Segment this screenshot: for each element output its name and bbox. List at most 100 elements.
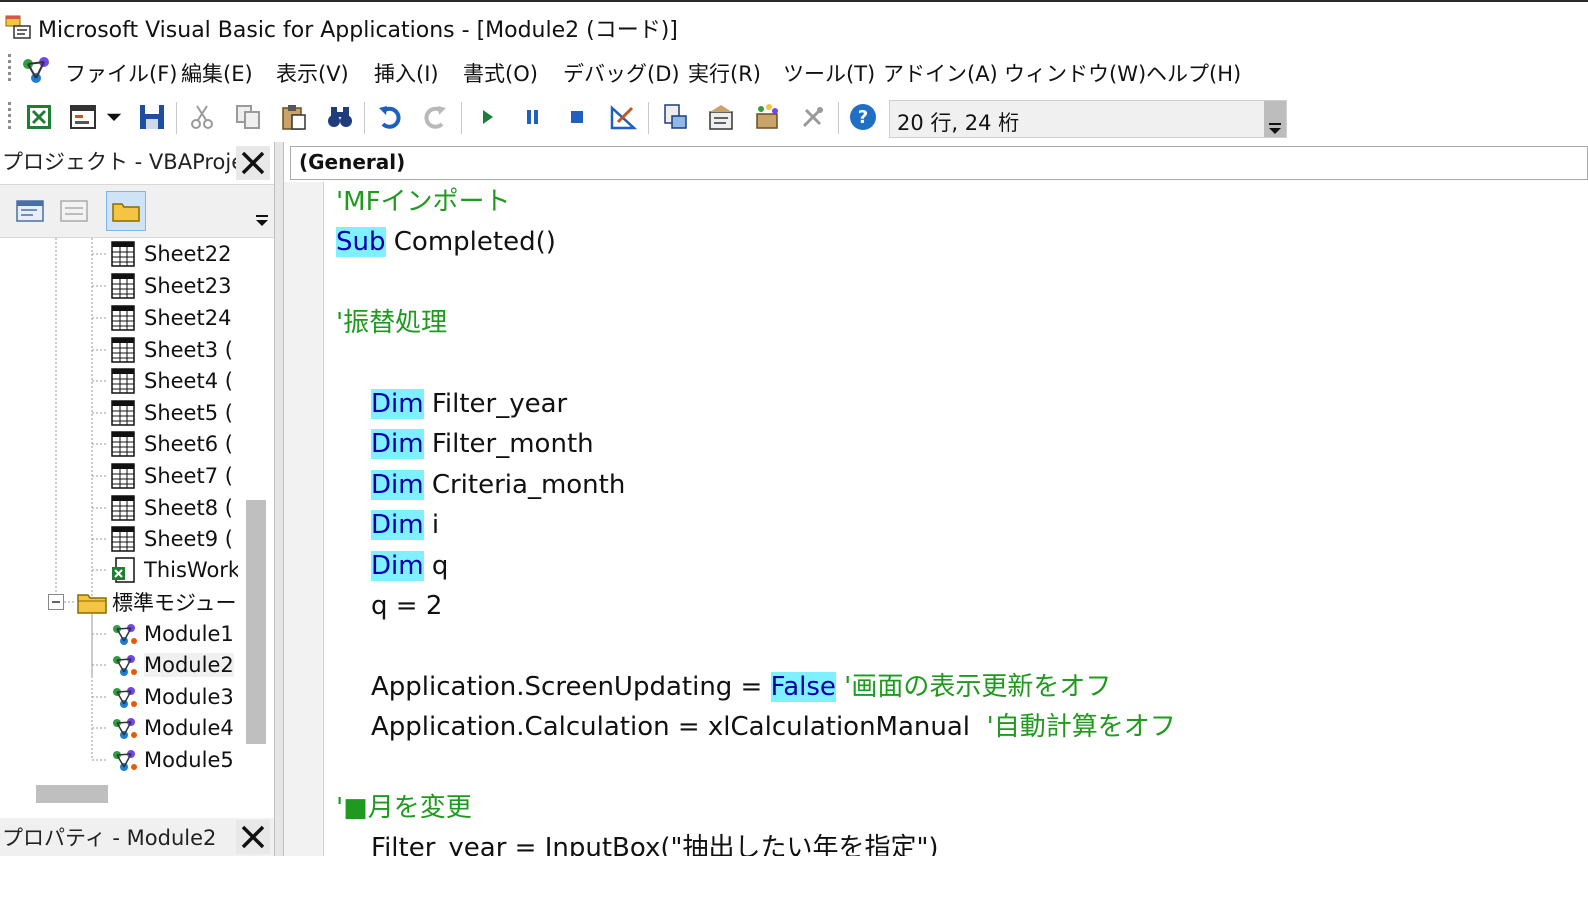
code-text: Filter_year = InputBox("抽出したい年を指定") <box>371 833 939 856</box>
menu-help[interactable]: ヘルプ(H) <box>1146 58 1241 88</box>
code-margin-indicator-bar[interactable] <box>284 182 324 856</box>
view-code-button[interactable] <box>10 191 50 231</box>
tree-item-label: Module1 <box>144 622 234 646</box>
tree-item-label: ThisWork <box>144 558 238 582</box>
tree-item-sheet[interactable]: Sheet8 ( <box>108 492 233 524</box>
vertical-scroll-thumb[interactable] <box>246 500 266 744</box>
menu-window[interactable]: ウィンドウ(W) <box>1004 58 1146 88</box>
toolbar-separator <box>364 102 365 134</box>
tree-item-sheet[interactable]: Sheet24 <box>108 302 231 334</box>
window-title: Microsoft Visual Basic for Applications … <box>38 18 678 43</box>
paste-icon <box>282 105 306 130</box>
menu-format[interactable]: 書式(O) <box>463 58 538 88</box>
tree-item-label: Sheet23 <box>144 274 232 298</box>
toolbar-grip[interactable] <box>8 102 12 132</box>
code-keyword: False <box>770 671 836 702</box>
tree-item-sheet[interactable]: Sheet4 ( <box>108 365 233 397</box>
project-panel-close-button[interactable] <box>236 146 270 180</box>
code-line: Application.ScreenUpdating = False '画面の表… <box>371 667 1111 707</box>
object-browser-button[interactable] <box>750 100 784 134</box>
code-editor[interactable]: 'MFインポート Sub Completed() '振替処理 Dim Filter_y… <box>324 182 1588 856</box>
code-comment: '画面の表示更新をオフ <box>835 671 1112 702</box>
tree-item-label: Sheet8 ( <box>144 496 233 520</box>
cut-icon <box>191 105 213 129</box>
menu-addins[interactable]: アドイン(A) <box>883 58 998 88</box>
view-excel-button[interactable] <box>22 100 56 134</box>
copy-button[interactable] <box>231 100 265 134</box>
menu-edit[interactable]: 編集(E) <box>181 58 253 88</box>
code-keyword: Sub <box>336 227 386 258</box>
menu-run[interactable]: 実行(R) <box>688 58 761 88</box>
help-button[interactable]: ? <box>846 100 880 134</box>
design-mode-button[interactable] <box>606 100 640 134</box>
code-keyword: Dim <box>371 510 424 541</box>
collapse-toggle[interactable] <box>48 594 64 610</box>
insert-dropdown-button[interactable] <box>102 100 126 134</box>
redo-button[interactable] <box>418 100 452 134</box>
project-tree-vertical-scrollbar[interactable] <box>246 238 266 848</box>
toolbox-button[interactable] <box>796 100 830 134</box>
code-line: '振替処理 <box>336 303 447 343</box>
tree-item-sheet[interactable]: Sheet9 ( <box>108 523 233 555</box>
cut-button[interactable] <box>185 100 219 134</box>
find-button[interactable] <box>323 100 357 134</box>
undo-button[interactable] <box>373 100 407 134</box>
pane-splitter[interactable] <box>274 142 284 856</box>
tree-item-sheet[interactable]: Sheet22 <box>108 238 231 270</box>
module-icon <box>108 745 140 775</box>
object-dropdown[interactable]: (General) <box>290 146 1588 180</box>
vba-module-menu-icon[interactable] <box>18 52 56 90</box>
toolbar-separator <box>838 102 839 134</box>
folder-icon <box>76 587 108 617</box>
toggle-folders-button[interactable] <box>106 191 146 231</box>
menu-file[interactable]: ファイル(F) <box>65 58 177 88</box>
project-explorer-button[interactable] <box>658 100 692 134</box>
code-text: Application.Calculation = xlCalculationM… <box>371 712 987 743</box>
menu-insert[interactable]: 挿入(I) <box>374 58 439 88</box>
project-toolbar-options-button[interactable] <box>252 193 272 231</box>
project-tree-horizontal-scrollbar[interactable] <box>0 782 266 806</box>
tree-item-module[interactable]: Module4 <box>108 712 234 744</box>
menu-debug[interactable]: デバッグ(D) <box>563 58 680 88</box>
menu-tools[interactable]: ツール(T) <box>783 58 875 88</box>
tree-item-folder[interactable]: 標準モジュー <box>76 586 237 618</box>
code-keyword: Dim <box>371 550 424 581</box>
reset-button[interactable] <box>560 100 594 134</box>
view-object-button[interactable] <box>54 191 94 231</box>
paste-button[interactable] <box>277 100 311 134</box>
menu-view[interactable]: 表示(V) <box>276 58 349 88</box>
undo-icon <box>379 106 401 129</box>
toolbox-icon <box>802 107 823 128</box>
properties-window-button[interactable] <box>704 100 738 134</box>
help-icon: ? <box>850 104 876 130</box>
tree-item-module[interactable]: Module2 <box>108 649 234 681</box>
tree-item-module[interactable]: Module5 <box>108 744 234 776</box>
tree-item-label: Sheet9 ( <box>144 527 233 551</box>
menubar-grip[interactable] <box>8 54 12 84</box>
break-button[interactable] <box>515 100 549 134</box>
tree-item-module[interactable]: Module3 <box>108 681 234 713</box>
tree-item-workbook[interactable]: ThisWork <box>108 554 238 586</box>
tree-item-sheet[interactable]: Sheet23 <box>108 270 231 302</box>
save-button[interactable] <box>135 100 169 134</box>
tree-item-module[interactable]: Module1 <box>108 618 234 650</box>
tree-item-sheet[interactable]: Sheet7 ( <box>108 460 233 492</box>
tree-item-label: Sheet22 <box>144 242 232 266</box>
tree-item-label: Sheet24 <box>144 306 232 330</box>
tree-item-sheet[interactable]: Sheet6 ( <box>108 428 233 460</box>
sheet-icon <box>108 303 140 333</box>
code-keyword: Dim <box>371 389 424 419</box>
tree-item-sheet[interactable]: Sheet5 ( <box>108 397 233 429</box>
properties-panel-close-button[interactable] <box>236 820 270 854</box>
project-panel-titlebar: プロジェクト - VBAProject <box>0 142 274 182</box>
tree-item-sheet[interactable]: Sheet3 ( <box>108 334 233 366</box>
cursor-position-text: 20 行, 24 桁 <box>897 111 1020 135</box>
tree-item-label: Sheet5 ( <box>144 401 233 425</box>
binoculars-icon <box>328 107 352 127</box>
toolbar-options-button[interactable] <box>1264 101 1286 137</box>
run-button[interactable] <box>470 100 504 134</box>
insert-userform-button[interactable] <box>66 100 100 134</box>
horizontal-scroll-thumb[interactable] <box>36 785 108 803</box>
code-text: Filter_month <box>423 429 594 460</box>
code-line: Dim Filter_month <box>371 424 594 464</box>
